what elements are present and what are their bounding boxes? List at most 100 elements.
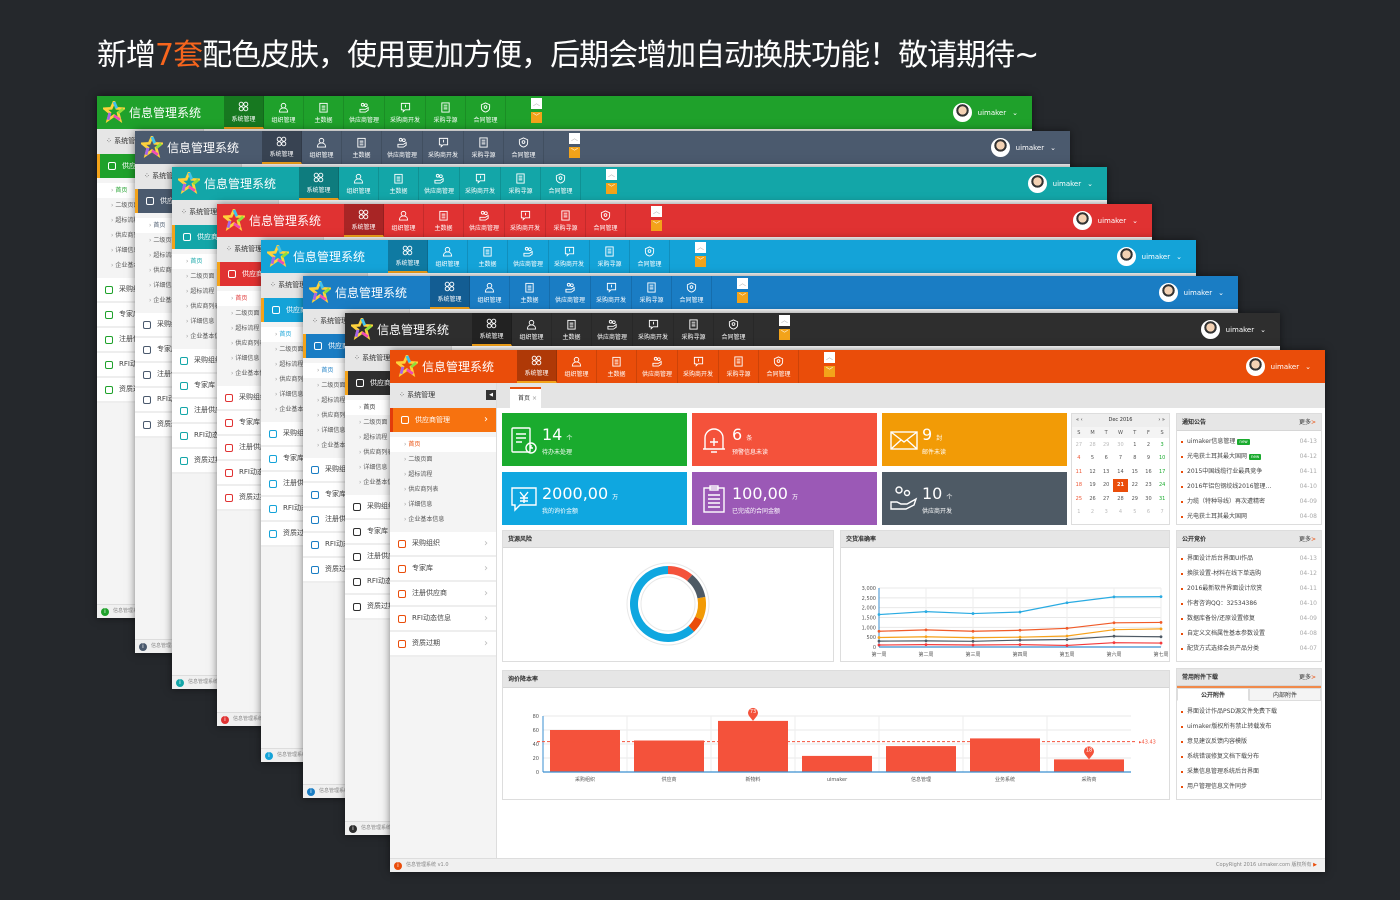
list-item[interactable]: 配货方式选择会员产品分类 04-07 [1181,641,1317,656]
nav-item-5[interactable]: 采购寻源 [632,276,673,309]
submenu-item[interactable]: 二级页面 [390,452,496,467]
calendar-day[interactable]: 3 [1155,438,1169,452]
calendar-day[interactable]: 1 [1072,506,1086,520]
nav-item-3[interactable]: 供应商管理 [344,96,386,129]
nav-item-1[interactable]: 组织管理 [302,131,342,164]
nav-item-6[interactable]: 合同管理 [541,167,582,200]
list-item[interactable]: 2016最新软件界面设计欣赏 04-11 [1181,581,1317,596]
stat-card[interactable]: 14 个待办未处理 [502,413,687,466]
user-menu[interactable]: uimaker ⌄ [1245,357,1311,376]
download-item[interactable]: uimaker版权所有禁止转载发布 [1181,719,1317,734]
nav-item-2[interactable]: 主数据 [304,96,344,129]
nav-item-0[interactable]: 系统管理 [430,276,470,309]
next-month-button[interactable]: › » [1158,414,1165,427]
calendar-day[interactable]: 29 [1099,438,1113,452]
nav-item-3[interactable]: 供应商管理 [550,276,592,309]
user-menu[interactable]: uimaker ⌄ [1072,211,1138,230]
nav-up-button[interactable]: ︿ [651,206,662,217]
nav-item-0[interactable]: 系统管理 [299,167,339,200]
calendar-day[interactable]: 7 [1113,452,1128,466]
calendar-day[interactable]: 20 [1099,479,1113,493]
calendar-day[interactable]: 12 [1086,465,1100,479]
calendar-day[interactable]: 28 [1086,438,1100,452]
close-tab-icon[interactable]: × [532,395,537,402]
download-item[interactable]: 用户管理信息文件同步 [1181,779,1317,794]
calendar-day[interactable]: 5 [1086,452,1100,466]
list-item[interactable]: 力缆（特种导线）再次遭精密 04-09 [1181,494,1317,509]
nav-item-3[interactable]: 供应商管理 [382,131,424,164]
user-menu[interactable]: uimaker ⌄ [1116,247,1182,266]
user-menu[interactable]: uimaker ⌄ [990,138,1056,157]
stat-card[interactable]: 2000,00 万我的询价金额 [502,472,687,525]
calendar-day[interactable]: 11 [1072,465,1086,479]
calendar-day[interactable]: 7 [1155,506,1169,520]
list-item[interactable]: 自定义文档属性基本参数设置 04-08 [1181,626,1317,641]
sidebar-item[interactable]: RFI动态信息 [390,607,496,632]
download-item[interactable]: 意见建议反馈内容模版 [1181,734,1317,749]
nav-item-0[interactable]: 系统管理 [472,313,512,346]
more-link[interactable]: 更多 [1299,414,1316,431]
nav-item-5[interactable]: 采购寻源 [426,96,467,129]
nav-down-button[interactable]: ﹀ [737,292,748,303]
nav-item-2[interactable]: 主数据 [552,313,592,346]
sidebar-item[interactable]: 专家库 [390,557,496,582]
calendar-day[interactable]: 1 [1128,438,1142,452]
nav-item-2[interactable]: 主数据 [510,276,550,309]
nav-item-3[interactable]: 供应商管理 [637,350,679,383]
nav-up-button[interactable]: ︿ [569,133,580,144]
calendar-day[interactable]: 6 [1099,452,1113,466]
nav-item-3[interactable]: 供应商管理 [464,204,506,237]
list-item[interactable]: 换肤设置-材料在线下单选购 04-12 [1181,566,1317,581]
sidebar-item[interactable]: 采购组织 [390,532,496,557]
nav-up-button[interactable]: ︿ [824,352,835,363]
user-menu[interactable]: uimaker ⌄ [1027,174,1093,193]
calendar-day[interactable]: 5 [1128,506,1142,520]
nav-item-4[interactable]: 采购商开发 [460,167,502,200]
nav-up-button[interactable]: ︿ [606,169,617,180]
calendar-day[interactable]: 2 [1142,438,1156,452]
calendar-day[interactable]: 25 [1072,492,1086,506]
nav-down-button[interactable]: ﹀ [569,147,580,158]
nav-item-6[interactable]: 合同管理 [759,350,800,383]
nav-item-5[interactable]: 采购寻源 [674,313,715,346]
nav-item-4[interactable]: 采购商开发 [385,96,427,129]
nav-item-1[interactable]: 组织管理 [384,204,424,237]
sidebar-item[interactable]: 资质过期 [390,632,496,657]
calendar-day[interactable]: 18 [1072,479,1086,493]
list-item[interactable]: 界面设计后台界面UI作品 04-13 [1181,551,1317,566]
nav-item-6[interactable]: 合同管理 [586,204,627,237]
nav-item-1[interactable]: 组织管理 [264,96,304,129]
download-item[interactable]: 系统错误修复文档下载分布 [1181,749,1317,764]
calendar-day[interactable]: 26 [1086,492,1100,506]
nav-item-3[interactable]: 供应商管理 [419,167,461,200]
submenu-item[interactable]: 企业基本信息 [390,512,496,527]
calendar-day[interactable]: 6 [1142,506,1156,520]
list-item[interactable]: 光电获土耳其最大国网 04-08 [1181,509,1317,524]
app-logo[interactable]: 信息管理系统 [103,101,201,123]
collapse-sidebar-button[interactable]: ◀ [486,390,496,400]
calendar-day[interactable]: 28 [1113,492,1128,506]
nav-item-4[interactable]: 采购商开发 [591,276,633,309]
calendar-day[interactable]: 23 [1142,479,1156,493]
tab-home[interactable]: 首页 × [510,387,541,408]
nav-down-button[interactable]: ﹀ [606,183,617,194]
download-item[interactable]: 采集信息管理系统后台界面 [1181,764,1317,779]
app-logo[interactable]: 信息管理系统 [141,136,239,158]
nav-item-6[interactable]: 合同管理 [466,96,507,129]
app-logo[interactable]: 信息管理系统 [396,355,494,377]
nav-item-0[interactable]: 系统管理 [388,240,428,273]
calendar-day[interactable]: 21 [1113,478,1128,492]
user-menu[interactable]: uimaker ⌄ [1158,283,1224,302]
nav-item-1[interactable]: 组织管理 [557,350,597,383]
sidebar-item-active[interactable]: 供应商管理 [390,408,496,432]
calendar-day[interactable]: 22 [1128,479,1142,493]
list-item[interactable]: 光电获土耳其最大国网 new 04-12 [1181,449,1317,464]
download-item[interactable]: 界面设计作品PSD源文件免费下载 [1181,704,1317,719]
app-logo[interactable]: 信息管理系统 [178,172,276,194]
calendar-day[interactable]: 19 [1086,479,1100,493]
app-logo[interactable]: 信息管理系统 [351,318,449,340]
user-menu[interactable]: uimaker ⌄ [952,103,1018,122]
list-item[interactable]: 2015中国线缆行业最具竞争 04-11 [1181,464,1317,479]
calendar-day[interactable]: 15 [1128,465,1142,479]
nav-up-button[interactable]: ︿ [531,98,542,109]
